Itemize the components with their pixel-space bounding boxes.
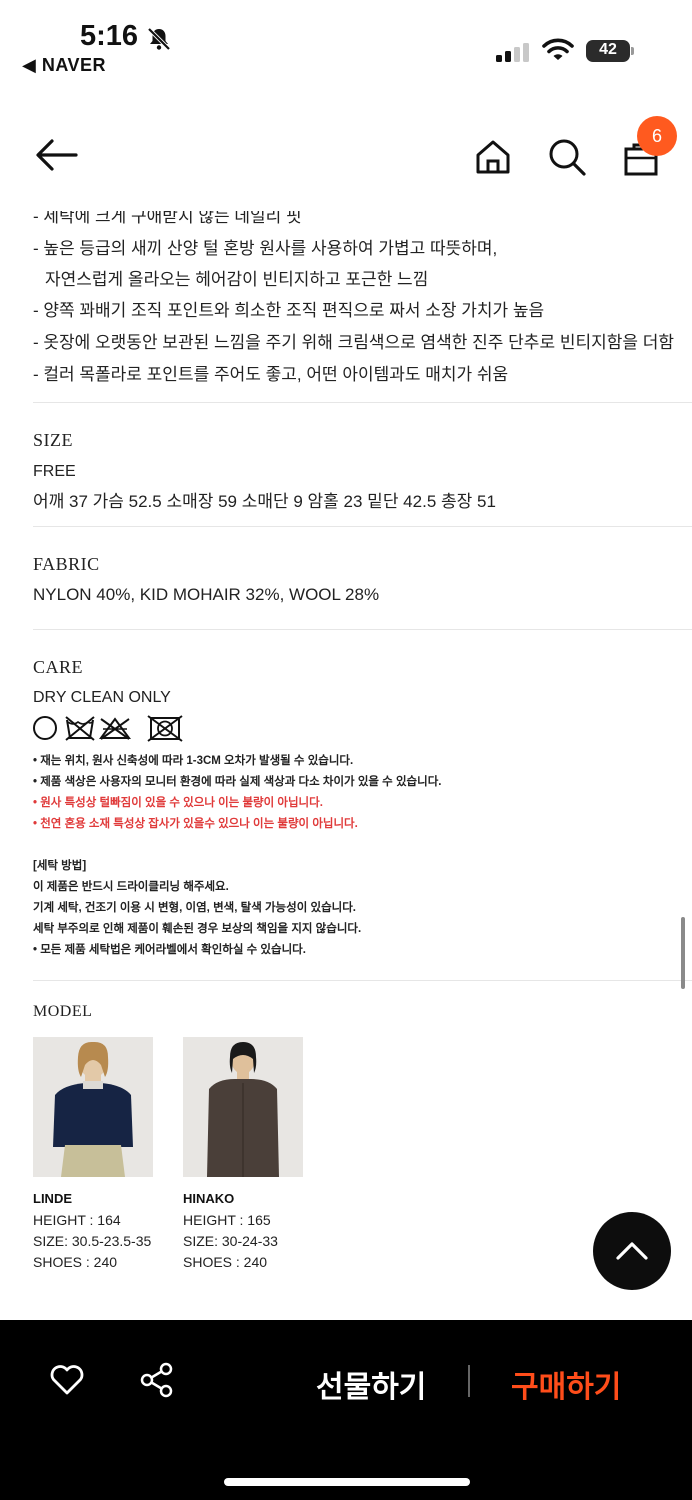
model-size: SIZE: 30-24-33 bbox=[183, 1233, 278, 1249]
model-photo bbox=[183, 1037, 303, 1177]
description-line: - 옷장에 오랫동안 보관된 느낌을 주기 위해 크림색으로 염색한 진주 단추… bbox=[33, 333, 675, 352]
battery-percent: 42 bbox=[599, 41, 617, 58]
no-bleach-icon bbox=[147, 715, 183, 742]
model-figure-image bbox=[33, 1037, 153, 1177]
model-name: HINAKO bbox=[183, 1191, 235, 1206]
section-divider bbox=[33, 402, 692, 403]
home-indicator[interactable] bbox=[224, 1478, 470, 1486]
chevron-up-icon bbox=[616, 1242, 648, 1260]
model-shoes: SHOES : 240 bbox=[33, 1254, 118, 1270]
care-warning-note: • 천연 혼용 소재 특성상 잡사가 있을수 있으나 이는 불량이 아닙니다. bbox=[33, 818, 358, 830]
description-line: 자연스럽게 올라오는 헤어감이 빈티지하고 포근한 느낌 bbox=[45, 270, 429, 289]
scrollbar[interactable] bbox=[681, 917, 685, 989]
scroll-to-top-button[interactable] bbox=[593, 1212, 671, 1290]
share-icon[interactable] bbox=[139, 1362, 175, 1398]
product-detail-content: - 세탁에 크게 구애받지 않는 데일리 핏 - 높은 등급의 새끼 산양 털 … bbox=[0, 200, 692, 1320]
search-icon[interactable] bbox=[547, 137, 587, 177]
description-line: - 컬러 목폴라로 포인트를 주어도 좋고, 어떤 아이템과도 매치가 쉬움 bbox=[33, 365, 509, 384]
wifi-icon bbox=[542, 38, 574, 60]
wash-method-line: 세탁 부주의로 인해 제품이 훼손된 경우 보상의 책임을 지지 않습니다. bbox=[33, 923, 362, 935]
dry-clean-icon bbox=[33, 716, 57, 740]
wash-method-line: • 모든 제품 세탁법은 케어라벨에서 확인하실 수 있습니다. bbox=[33, 944, 306, 956]
care-note: • 제품 색상은 사용자의 모니터 환경에 따라 실제 색상과 다소 차이가 있… bbox=[33, 776, 442, 788]
model-shoes: SHOES : 240 bbox=[183, 1254, 268, 1270]
model-height: HEIGHT : 165 bbox=[183, 1212, 271, 1228]
top-navigation bbox=[0, 110, 692, 200]
model-figure-image bbox=[183, 1037, 303, 1177]
no-wash-icon bbox=[65, 716, 95, 741]
fabric-section-title: FABRIC bbox=[33, 554, 100, 574]
back-to-app-link[interactable]: ◀ NAVER bbox=[22, 55, 106, 76]
care-section-title: CARE bbox=[33, 657, 84, 677]
size-name: FREE bbox=[33, 463, 76, 480]
bottom-bar-divider bbox=[468, 1365, 470, 1397]
purchase-bar: 선물하기 구매하기 bbox=[0, 1320, 692, 1500]
section-divider bbox=[33, 629, 692, 630]
care-instruction: DRY CLEAN ONLY bbox=[33, 689, 171, 706]
cellular-signal-icon bbox=[496, 43, 529, 62]
care-symbols bbox=[33, 715, 183, 742]
buy-button[interactable]: 구매하기 bbox=[511, 1362, 621, 1406]
fabric-composition: NYLON 40%, KID MOHAIR 32%, WOOL 28% bbox=[33, 585, 380, 604]
model-card: HINAKO HEIGHT : 165 SIZE: 30-24-33 SHOES… bbox=[183, 1037, 323, 1277]
description-line: - 높은 등급의 새끼 산양 털 혼방 원사를 사용하여 가볍고 따뜻하며, bbox=[33, 239, 498, 258]
model-section-title: MODEL bbox=[33, 1003, 93, 1020]
size-section-title: SIZE bbox=[33, 430, 73, 450]
status-bar: 5:16 ◀ NAVER 42 bbox=[0, 0, 692, 90]
model-size: SIZE: 30.5-23.5-35 bbox=[33, 1233, 152, 1249]
section-divider bbox=[33, 980, 692, 981]
section-divider bbox=[33, 526, 692, 527]
cart-count-badge: 6 bbox=[637, 116, 677, 156]
heart-icon[interactable] bbox=[49, 1364, 85, 1396]
description-line: - 양쪽 꽈배기 조직 포인트와 희소한 조직 편직으로 짜서 소장 가치가 높… bbox=[33, 301, 545, 320]
wash-method-line: 이 제품은 반드시 드라이클리닝 해주세요. bbox=[33, 881, 229, 893]
silent-bell-icon bbox=[147, 27, 171, 51]
model-card: LINDE HEIGHT : 164 SIZE: 30.5-23.5-35 SH… bbox=[33, 1037, 173, 1277]
care-warning-note: • 원사 특성상 털빠짐이 있을 수 있으나 이는 불량이 아닙니다. bbox=[33, 797, 323, 809]
battery-indicator: 42 bbox=[586, 40, 634, 62]
model-height: HEIGHT : 164 bbox=[33, 1212, 121, 1228]
status-time: 5:16 bbox=[80, 20, 139, 52]
model-photo bbox=[33, 1037, 153, 1177]
size-measurements: 어깨 37 가슴 52.5 소매장 59 소매단 9 암홀 23 밑단 42.5… bbox=[33, 492, 496, 511]
description-line: - 세탁에 크게 구애받지 않는 데일리 핏 bbox=[33, 207, 302, 226]
no-tumble-dry-icon bbox=[99, 717, 131, 740]
model-name: LINDE bbox=[33, 1191, 72, 1206]
back-arrow-icon[interactable] bbox=[34, 138, 78, 172]
home-icon[interactable] bbox=[474, 138, 512, 176]
wash-method-line: 기계 세탁, 건조기 이용 시 변형, 이염, 변색, 탈색 가능성이 있습니다… bbox=[33, 902, 357, 914]
wash-method-title: [세탁 방법] bbox=[33, 860, 87, 872]
care-note: • 재는 위치, 원사 신축성에 따라 1-3CM 오차가 발생될 수 있습니다… bbox=[33, 755, 354, 767]
gift-button[interactable]: 선물하기 bbox=[316, 1362, 426, 1406]
